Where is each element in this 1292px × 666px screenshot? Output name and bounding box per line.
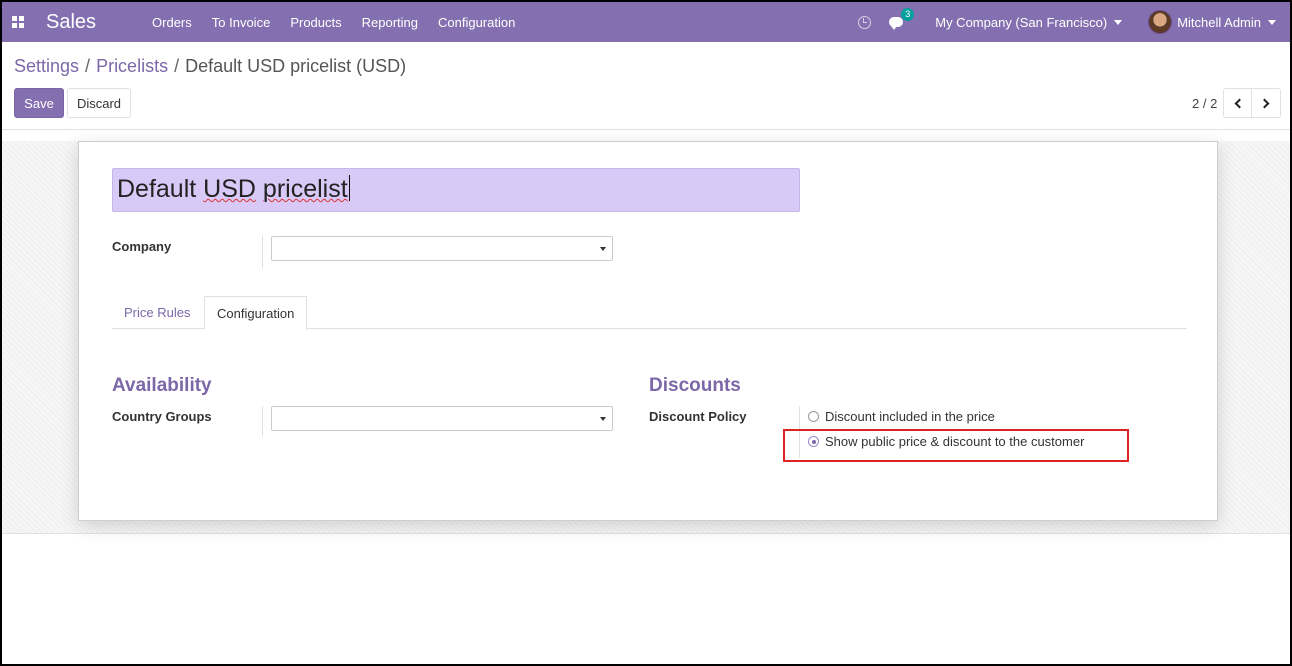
menu-configuration[interactable]: Configuration (438, 15, 515, 30)
activity-clock-icon[interactable] (858, 15, 872, 29)
user-menu[interactable]: Mitchell Admin (1148, 10, 1276, 34)
notebook-tabs: Price Rules Configuration (112, 296, 1187, 330)
caret-down-icon (1268, 19, 1276, 25)
breadcrumb-pricelists[interactable]: Pricelists (96, 56, 168, 77)
breadcrumb: Settings / Pricelists / Default USD pric… (14, 56, 406, 77)
menu-orders[interactable]: Orders (152, 15, 192, 30)
menu-reporting[interactable]: Reporting (362, 15, 418, 30)
tab-configuration[interactable]: Configuration (204, 296, 308, 330)
menu-products[interactable]: Products (290, 15, 341, 30)
breadcrumb-current: Default USD pricelist (USD) (185, 56, 407, 76)
field-divider (262, 406, 263, 436)
caret-down-icon (1114, 19, 1123, 25)
company-label: Company (112, 239, 172, 254)
discount-policy-label: Discount Policy (649, 409, 747, 424)
pager-value[interactable]: 2 / 2 (1192, 96, 1217, 111)
pricelist-name-input[interactable]: Default USD pricelist (112, 168, 800, 212)
discard-button[interactable]: Discard (67, 88, 131, 118)
breadcrumb-settings[interactable]: Settings (14, 56, 79, 77)
country-groups-label: Country Groups (112, 409, 212, 424)
discounts-title: Discounts (649, 375, 741, 396)
radio-checked-icon[interactable] (808, 436, 819, 447)
tab-price-rules[interactable]: Price Rules (112, 296, 202, 329)
discount-option-included[interactable]: Discount included in the price (808, 409, 995, 424)
name-word-default: Default (117, 175, 197, 203)
form-sheet: Default USD pricelist Company Price Rule… (78, 141, 1218, 521)
breadcrumb-separator: / (174, 56, 180, 76)
country-groups-select[interactable] (271, 406, 613, 431)
field-divider (262, 236, 263, 268)
pager-next-button[interactable] (1252, 88, 1281, 118)
control-panel: Settings / Pricelists / Default USD pric… (2, 42, 1290, 130)
form-view: Default USD pricelist Company Price Rule… (2, 141, 1290, 534)
company-name: My Company (San Francisco) (935, 14, 1108, 30)
discount-option-public[interactable]: Show public price & discount to the cust… (808, 434, 1084, 449)
availability-title: Availability (112, 375, 212, 396)
company-select[interactable] (271, 236, 613, 261)
user-name: Mitchell Admin (1177, 14, 1261, 30)
top-navbar: Sales Orders To Invoice Products Reporti… (2, 2, 1290, 42)
chat-counter-badge: 3 (901, 8, 915, 21)
name-word-pricelist: pricelist (262, 175, 348, 203)
pager-previous-button[interactable] (1223, 88, 1252, 118)
chevron-right-icon (1259, 98, 1270, 108)
app-name[interactable]: Sales (46, 11, 96, 34)
pricelist-name-text: Default USD pricelist (117, 175, 348, 204)
text-cursor (348, 175, 350, 201)
caret-down-icon (600, 417, 606, 421)
chat-bubble-icon (889, 17, 904, 30)
name-space (256, 175, 263, 203)
company-switcher[interactable]: My Company (San Francisco) (935, 14, 1123, 30)
caret-down-icon (600, 247, 606, 251)
breadcrumb-separator: / (85, 56, 91, 76)
name-word-usd: USD (203, 175, 256, 203)
menu-to-invoice[interactable]: To Invoice (212, 15, 271, 30)
messaging-button[interactable]: 3 (889, 8, 915, 30)
chevron-left-icon (1234, 98, 1244, 108)
avatar (1148, 10, 1173, 34)
apps-menu-icon[interactable] (6, 2, 30, 42)
field-divider (799, 406, 800, 458)
discount-option-public-label: Show public price & discount to the cust… (825, 434, 1085, 449)
discount-option-included-label: Discount included in the price (825, 409, 995, 424)
save-button[interactable]: Save (14, 88, 64, 118)
radio-unchecked-icon[interactable] (808, 411, 819, 422)
